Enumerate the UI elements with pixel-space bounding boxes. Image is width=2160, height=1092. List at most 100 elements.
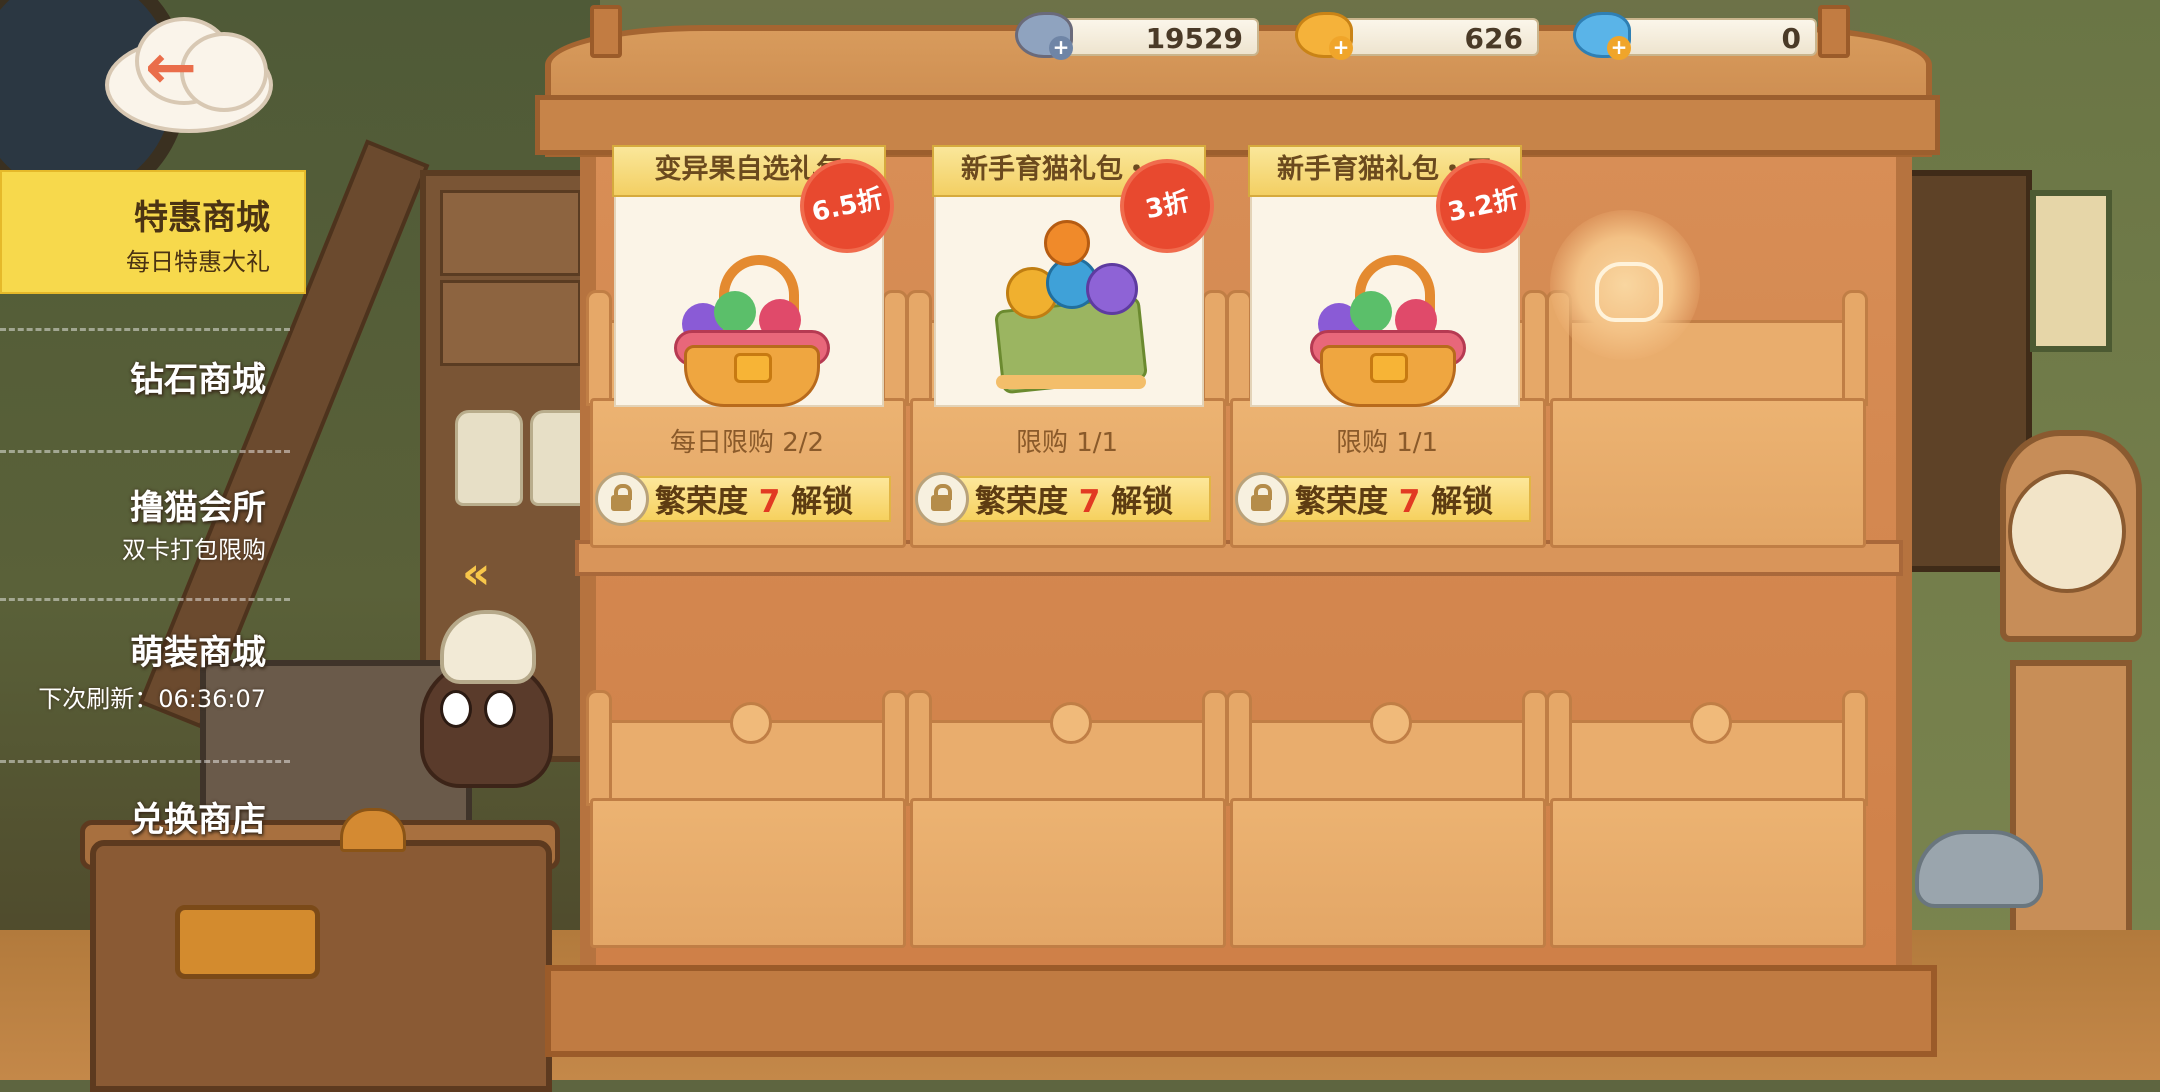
fruit [1086, 263, 1138, 315]
sidebar-item-diamond-mall[interactable]: 钻石商城 [0, 340, 300, 458]
unlock-requirement[interactable]: 繁荣度 7 解锁 [1235, 472, 1535, 526]
purchase-limit: 限购 1/1 [1015, 428, 1119, 458]
currency-value: 0 [1781, 22, 1801, 55]
unlock-level: 7 [1398, 484, 1421, 520]
unlock-suffix: 解锁 [791, 484, 854, 520]
slot-side [1842, 290, 1868, 406]
unlock-prefix: 繁荣度 [1295, 484, 1388, 520]
sidebar-item-title: 萌装商城 [130, 633, 266, 673]
fruit-basket-icon [674, 255, 830, 407]
shelf-slot-empty [1546, 690, 1868, 980]
slot-front [1230, 798, 1546, 948]
product-card-mutant-fruit-pack[interactable]: 变异果自选礼包 6.5折 [612, 145, 890, 407]
currency-value: 19529 [1145, 22, 1243, 55]
slot-front [910, 798, 1226, 948]
purchase-limit: 限购 1/1 [1335, 428, 1439, 458]
sidebar-item-subtitle: 下次刷新：06:36:07 [38, 685, 266, 713]
slot-side [1842, 690, 1868, 806]
fruit [714, 291, 756, 333]
basket-bow [1370, 353, 1408, 383]
slot-side [906, 290, 932, 406]
product-card-newbie-pack-1[interactable]: 新手育猫礼包・一 3折 [932, 145, 1210, 407]
slot-knob [730, 702, 772, 744]
currency-blue-fish[interactable]: 0 + [1573, 12, 1818, 60]
cat-eye [484, 690, 516, 728]
lock-icon [1235, 472, 1289, 526]
sidebar-item-exchange-shop[interactable]: 兑换商店 [0, 780, 300, 898]
cat-silhouette-icon [1595, 262, 1663, 322]
slot-side [882, 690, 908, 806]
fruit [1350, 291, 1392, 333]
add-silver-fish-icon[interactable]: + [1049, 36, 1073, 60]
slot-side [586, 690, 612, 806]
currency-pill: 626 [1325, 18, 1539, 56]
currency-gold-fish[interactable]: 626 + [1295, 12, 1540, 60]
unlock-text: 繁荣度 7 解锁 [975, 476, 1173, 521]
unlock-requirement[interactable]: 繁荣度 7 解锁 [595, 472, 895, 526]
unlock-text: 繁荣度 7 解锁 [1295, 476, 1493, 521]
slot-knob [1370, 702, 1412, 744]
sidebar-divider [0, 328, 290, 331]
collapse-chevron-icon[interactable]: « [462, 548, 491, 599]
slot-side [1226, 690, 1252, 806]
back-arrow-icon: ← [145, 30, 197, 103]
sidebar-item-subtitle: 双卡打包限购 [122, 536, 266, 564]
currency-value: 626 [1464, 22, 1523, 55]
unlock-level: 7 [758, 484, 781, 520]
unlock-suffix: 解锁 [1111, 484, 1174, 520]
discount-badge: 3折 [1124, 163, 1210, 249]
sidebar-item-subtitle: 每日特惠大礼 [126, 248, 270, 276]
purchase-limit: 每日限购 2/2 [669, 428, 825, 458]
shelf-slot-empty [1546, 290, 1868, 580]
back-button[interactable]: ← [95, 12, 275, 133]
slot-side [1522, 290, 1548, 406]
slot-side [906, 690, 932, 806]
unlock-level: 7 [1078, 484, 1101, 520]
background-clock-stand [2010, 660, 2132, 972]
slot-knob [1050, 702, 1092, 744]
currency-silver-fish[interactable]: 19529 + [1015, 12, 1260, 60]
sidebar-item-title: 特惠商城 [134, 198, 270, 238]
sidebar-divider [0, 450, 290, 453]
sidebar-divider [0, 598, 290, 601]
cabinet-finial [590, 5, 622, 58]
discount-badge: 3.2折 [1440, 163, 1526, 249]
basket-bow [734, 353, 772, 383]
sidebar-item-cat-club[interactable]: 撸猫会所 双卡打包限购 [0, 470, 300, 588]
sidebar-item-title: 钻石商城 [130, 360, 266, 400]
cat-eye [440, 690, 472, 728]
fruit [1044, 220, 1090, 266]
background-drawer [440, 280, 581, 366]
background-drawer [440, 190, 581, 276]
counter-plaque [175, 905, 320, 979]
lock-icon [595, 472, 649, 526]
sidebar-divider [0, 760, 290, 763]
unlock-requirement[interactable]: 繁荣度 7 解锁 [915, 472, 1215, 526]
sidebar-item-title: 撸猫会所 [130, 488, 266, 528]
product-card-newbie-pack-2[interactable]: 新手育猫礼包・二 3.2折 [1248, 145, 1526, 407]
slot-side [882, 290, 908, 406]
discount-badge: 6.5折 [804, 163, 890, 249]
background-picture-frame [2030, 190, 2112, 352]
cabinet-finial [1818, 5, 1850, 58]
slot-front [1550, 398, 1866, 548]
slot-side [1546, 690, 1572, 806]
sidebar-item-outfit-mall[interactable]: 萌装商城 下次刷新：06:36:07 [0, 615, 300, 733]
shelf-slot-empty [586, 690, 908, 980]
shelf-slot-empty [1226, 690, 1548, 980]
currency-pill: 19529 [1045, 18, 1259, 56]
add-blue-fish-icon[interactable]: + [1607, 36, 1631, 60]
slot-side [1202, 690, 1228, 806]
slot-side [586, 290, 612, 406]
add-gold-fish-icon[interactable]: + [1329, 36, 1353, 60]
sidebar-item-title: 兑换商店 [130, 800, 266, 840]
fruit-basket-icon [1310, 255, 1466, 407]
sidebar-item-special-mall[interactable]: 特惠商城 每日特惠大礼 [0, 170, 306, 294]
slot-front [1550, 798, 1866, 948]
unlock-prefix: 繁荣度 [975, 484, 1068, 520]
sleeping-cat [1915, 830, 2043, 908]
slot-side [1202, 290, 1228, 406]
clock-face [2008, 470, 2126, 593]
unlock-suffix: 解锁 [1431, 484, 1494, 520]
unlock-text: 繁荣度 7 解锁 [655, 476, 853, 521]
